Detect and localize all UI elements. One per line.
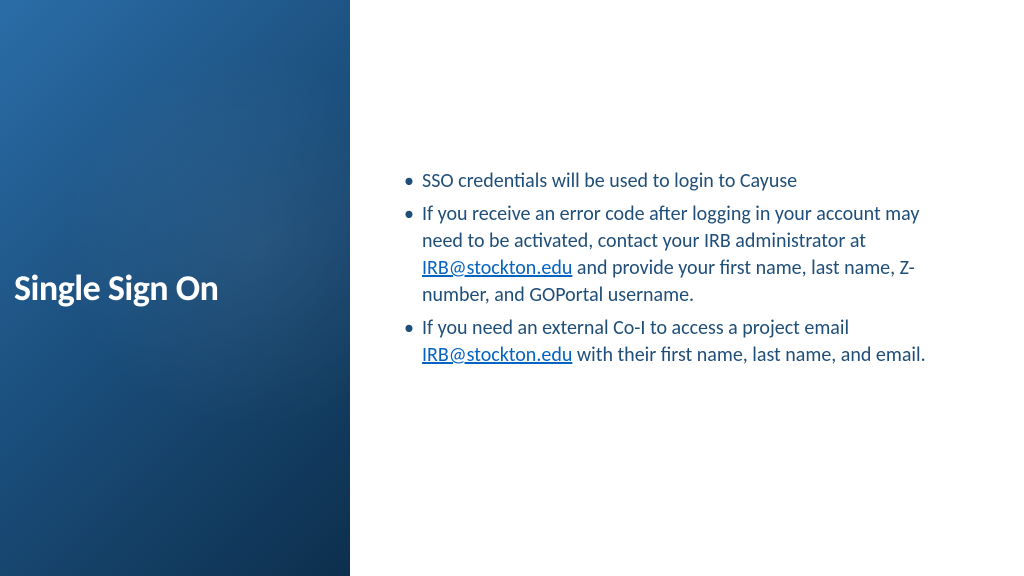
bullet-list: SSO credentials will be used to login to… [400, 168, 964, 369]
bullet-text: SSO credentials will be used to login to… [422, 169, 797, 193]
list-item: SSO credentials will be used to login to… [400, 168, 964, 195]
title-panel: Single Sign On [0, 0, 350, 576]
bullet-text-suffix: with their first name, last name, and em… [572, 343, 925, 367]
email-link[interactable]: IRB@stockton.edu [422, 256, 572, 280]
list-item: If you receive an error code after loggi… [400, 201, 964, 309]
bullet-text-prefix: If you receive an error code after loggi… [422, 202, 919, 253]
content-panel: SSO credentials will be used to login to… [350, 0, 1024, 576]
list-item: If you need an external Co-I to access a… [400, 315, 964, 369]
bullet-text-prefix: If you need an external Co-I to access a… [422, 316, 849, 340]
email-link[interactable]: IRB@stockton.edu [422, 343, 572, 367]
slide-title: Single Sign On [0, 266, 218, 310]
